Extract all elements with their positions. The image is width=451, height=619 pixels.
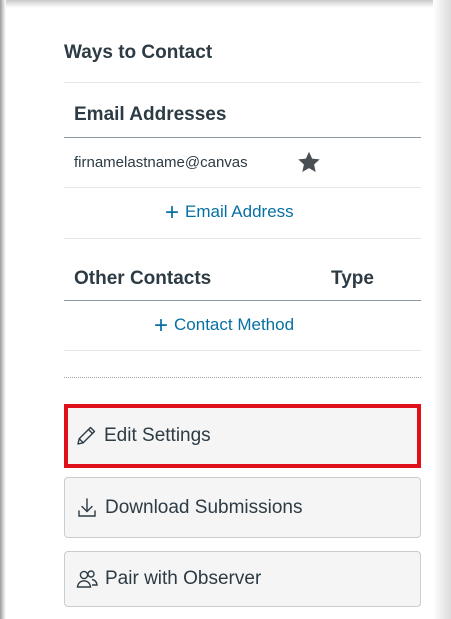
star-icon[interactable] — [296, 149, 322, 175]
download-icon — [78, 497, 96, 517]
email-address-value[interactable]: firnamelastname@canvas — [74, 154, 248, 171]
type-header: Type — [331, 268, 374, 289]
window-left-edge — [0, 0, 6, 619]
plus-icon: + — [154, 311, 169, 339]
edit-settings-button[interactable]: Edit Settings — [64, 404, 421, 468]
dotted-separator — [64, 377, 421, 378]
window-right-edge — [433, 0, 451, 619]
divider — [64, 187, 421, 188]
add-contact-method-label: Contact Method — [174, 315, 295, 334]
add-email-address-link[interactable]: + Email Address — [165, 198, 294, 226]
table-header-divider — [64, 137, 421, 138]
email-addresses-header: Email Addresses — [74, 104, 227, 125]
pair-with-observer-label: Pair with Observer — [105, 568, 262, 589]
users-icon — [76, 570, 98, 588]
divider — [64, 82, 421, 83]
ways-to-contact-title: Ways to Contact — [64, 42, 213, 63]
add-email-address-label: Email Address — [185, 202, 294, 221]
download-submissions-label: Download Submissions — [105, 496, 303, 518]
pencil-icon — [77, 426, 96, 445]
edit-settings-label: Edit Settings — [104, 425, 211, 446]
download-submissions-button[interactable]: Download Submissions — [64, 477, 421, 538]
pair-with-observer-button[interactable]: Pair with Observer — [64, 551, 421, 607]
plus-icon: + — [165, 198, 180, 226]
divider — [64, 350, 421, 351]
add-contact-method-link[interactable]: + Contact Method — [154, 311, 295, 339]
divider — [64, 238, 421, 239]
window-top-edge — [0, 0, 451, 8]
other-contacts-header: Other Contacts — [74, 268, 212, 289]
table-header-divider — [64, 300, 421, 301]
